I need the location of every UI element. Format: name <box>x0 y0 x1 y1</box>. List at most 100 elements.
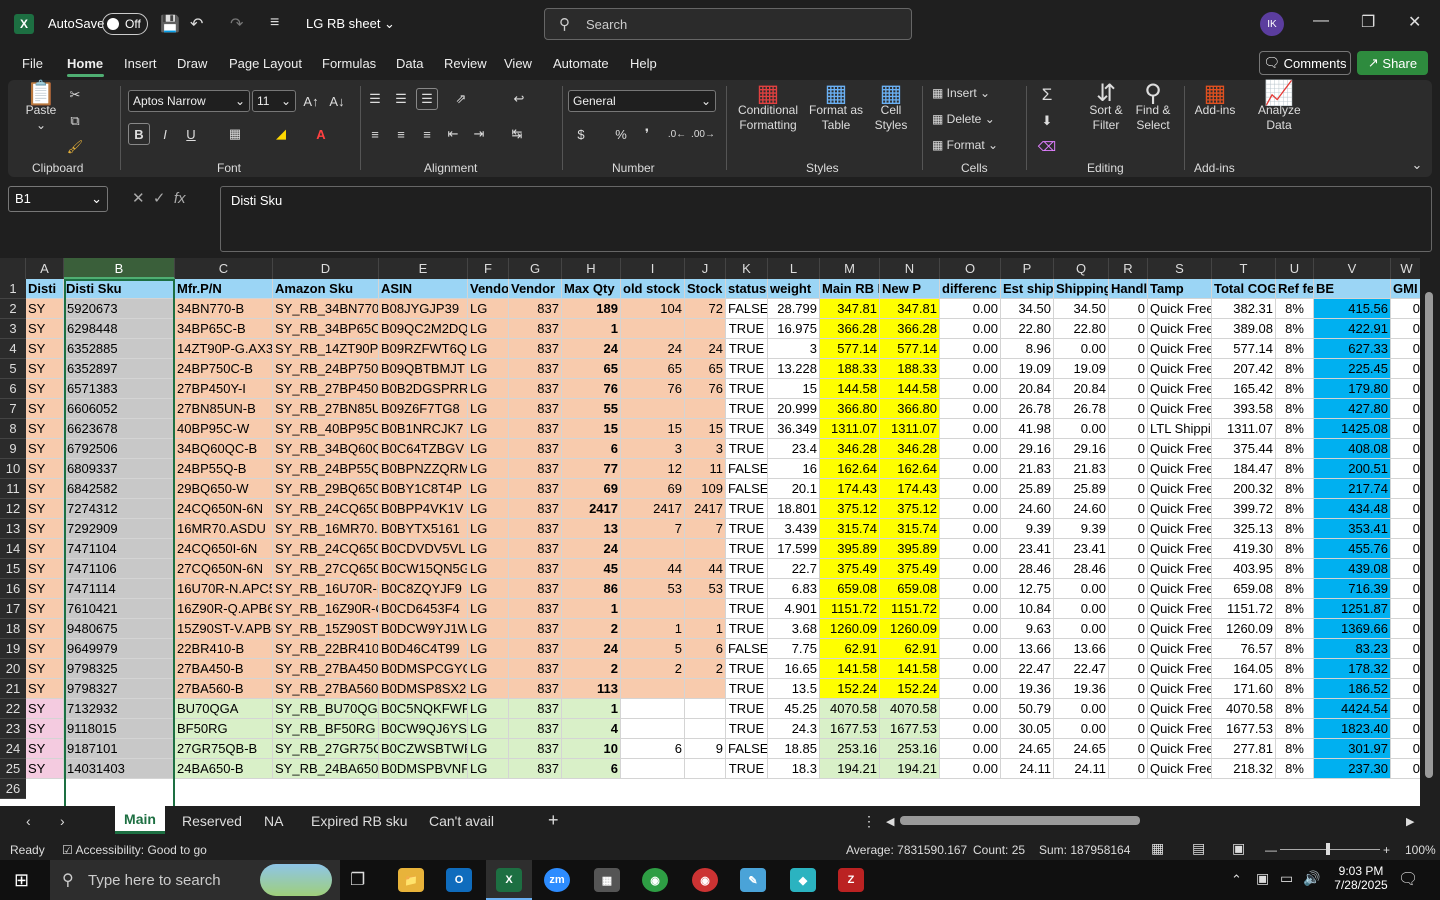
table-cell[interactable]: 0 <box>1109 719 1148 739</box>
page-break-view-icon[interactable]: ▣ <box>1232 840 1245 857</box>
table-cell[interactable]: B0BYTX5161 <box>379 519 468 539</box>
table-cell[interactable]: 0 <box>1391 559 1420 579</box>
table-cell[interactable]: 24 <box>562 639 621 659</box>
font-size-select[interactable]: 11 ⌄ <box>252 90 296 112</box>
table-cell[interactable]: 18.85 <box>768 739 820 759</box>
column-header-l[interactable]: L <box>768 258 820 279</box>
row-header[interactable]: 2 <box>0 299 26 319</box>
table-cell[interactable]: 0 <box>1391 679 1420 699</box>
table-cell[interactable]: 22.47 <box>1054 659 1109 679</box>
table-cell[interactable]: 27GR75QB-B <box>175 739 273 759</box>
row-header[interactable]: 22 <box>0 699 26 719</box>
column-header-p[interactable]: P <box>1001 258 1054 279</box>
font-name-select[interactable]: Aptos Narrow ⌄ <box>128 90 250 112</box>
table-cell[interactable]: 174.43 <box>820 479 880 499</box>
table-cell[interactable]: TRUE <box>726 519 768 539</box>
table-cell[interactable]: 1823.40 <box>1314 719 1391 739</box>
table-cell[interactable]: 237.30 <box>1314 759 1391 779</box>
table-cell[interactable]: 36.349 <box>768 419 820 439</box>
table-cell[interactable] <box>685 399 726 419</box>
table-cell[interactable]: 1677.53 <box>1212 719 1276 739</box>
table-cell[interactable]: 194.21 <box>820 759 880 779</box>
table-cell[interactable]: 76 <box>562 379 621 399</box>
table-cell[interactable]: 0 <box>1109 559 1148 579</box>
table-cell[interactable]: 837 <box>509 579 562 599</box>
table-cell[interactable]: 1311.07 <box>1212 419 1276 439</box>
table-cell[interactable]: 7 <box>621 519 685 539</box>
table-cell[interactable]: B0B2DGSPRR <box>379 379 468 399</box>
format-as-table-button[interactable]: ▦ Format as Table <box>806 82 866 133</box>
table-cell[interactable]: 22.80 <box>1054 319 1109 339</box>
filezilla-icon[interactable]: Z <box>838 868 864 892</box>
scroll-right-icon[interactable]: ▶ <box>1406 815 1414 828</box>
row-header[interactable]: 10 <box>0 459 26 479</box>
table-cell[interactable]: LG <box>468 339 509 359</box>
table-cell[interactable]: 65 <box>621 359 685 379</box>
table-cell[interactable]: 8% <box>1276 339 1314 359</box>
table-cell[interactable] <box>621 319 685 339</box>
excel-taskbar-icon[interactable]: X <box>496 868 522 892</box>
table-cell[interactable]: 4.901 <box>768 599 820 619</box>
table-cell[interactable]: 8% <box>1276 679 1314 699</box>
table-cell[interactable]: 253.16 <box>880 739 940 759</box>
table-cell[interactable]: B0CDVDV5VL <box>379 539 468 559</box>
table-cell[interactable]: TRUE <box>726 699 768 719</box>
row-header[interactable]: 4 <box>0 339 26 359</box>
table-cell[interactable]: 29.16 <box>1001 439 1054 459</box>
table-cell[interactable]: 23.4 <box>768 439 820 459</box>
table-cell[interactable]: 29.16 <box>1054 439 1109 459</box>
table-cell[interactable]: 9118015 <box>64 719 175 739</box>
decrease-indent-icon[interactable]: ⇤ <box>442 123 464 145</box>
table-cell[interactable]: 837 <box>509 539 562 559</box>
table-cell[interactable]: TRUE <box>726 499 768 519</box>
row-header[interactable]: 16 <box>0 579 26 599</box>
table-cell[interactable]: 325.13 <box>1212 519 1276 539</box>
tab-help[interactable]: Help <box>630 56 657 71</box>
table-cell[interactable]: 1151.72 <box>820 599 880 619</box>
table-cell[interactable]: 26.78 <box>1001 399 1054 419</box>
table-cell[interactable]: 27BN85UN-B <box>175 399 273 419</box>
tab-view[interactable]: View <box>504 56 532 71</box>
table-cell[interactable]: 659.08 <box>1212 579 1276 599</box>
table-cell[interactable]: 8% <box>1276 359 1314 379</box>
table-cell[interactable]: 76 <box>621 379 685 399</box>
column-header-b[interactable]: B <box>64 258 175 279</box>
table-cell[interactable]: B09QC2M2DQ <box>379 319 468 339</box>
table-cell[interactable]: 2 <box>621 659 685 679</box>
table-cell[interactable]: 0 <box>1109 619 1148 639</box>
row-header[interactable]: 24 <box>0 739 26 759</box>
table-cell[interactable]: B09RZFWT6Q <box>379 339 468 359</box>
table-cell[interactable]: 301.97 <box>1314 739 1391 759</box>
table-cell[interactable]: 15Z90ST-V.APB6 <box>175 619 273 639</box>
currency-icon[interactable]: $ <box>570 123 592 145</box>
table-cell[interactable]: LG <box>468 599 509 619</box>
table-cell[interactable]: 0.00 <box>940 479 1001 499</box>
table-cell[interactable]: 6623678 <box>64 419 175 439</box>
zoom-in-icon[interactable]: + <box>1383 843 1390 857</box>
table-cell[interactable]: B0CW15QN5G <box>379 559 468 579</box>
table-cell[interactable]: 0 <box>1391 599 1420 619</box>
table-cell[interactable]: 141.58 <box>820 659 880 679</box>
row-header[interactable]: 21 <box>0 679 26 699</box>
table-cell[interactable]: 34BQ60QC-B <box>175 439 273 459</box>
task-view-icon[interactable]: ❐ <box>350 870 365 890</box>
normal-view-icon[interactable]: ▦ <box>1151 840 1164 857</box>
table-cell[interactable]: SY_RB_34BQ60QC <box>273 439 379 459</box>
table-cell[interactable]: 15 <box>562 419 621 439</box>
table-cell[interactable]: 6.83 <box>768 579 820 599</box>
table-cell[interactable]: 8% <box>1276 479 1314 499</box>
table-cell[interactable]: 0 <box>1109 539 1148 559</box>
table-cell[interactable]: 419.30 <box>1212 539 1276 559</box>
table-cell[interactable]: 0 <box>1391 399 1420 419</box>
table-cell[interactable]: 9480675 <box>64 619 175 639</box>
table-cell[interactable]: 0 <box>1109 319 1148 339</box>
table-cell[interactable]: SY <box>26 659 64 679</box>
table-cell[interactable]: 188.33 <box>820 359 880 379</box>
table-cell[interactable]: 837 <box>509 619 562 639</box>
table-cell[interactable]: SY_RB_27BP450Y-I <box>273 379 379 399</box>
table-cell[interactable]: 627.33 <box>1314 339 1391 359</box>
table-cell[interactable]: 6606052 <box>64 399 175 419</box>
table-cell[interactable]: 17.599 <box>768 539 820 559</box>
table-cell[interactable]: 69 <box>562 479 621 499</box>
table-cell[interactable]: 389.08 <box>1212 319 1276 339</box>
